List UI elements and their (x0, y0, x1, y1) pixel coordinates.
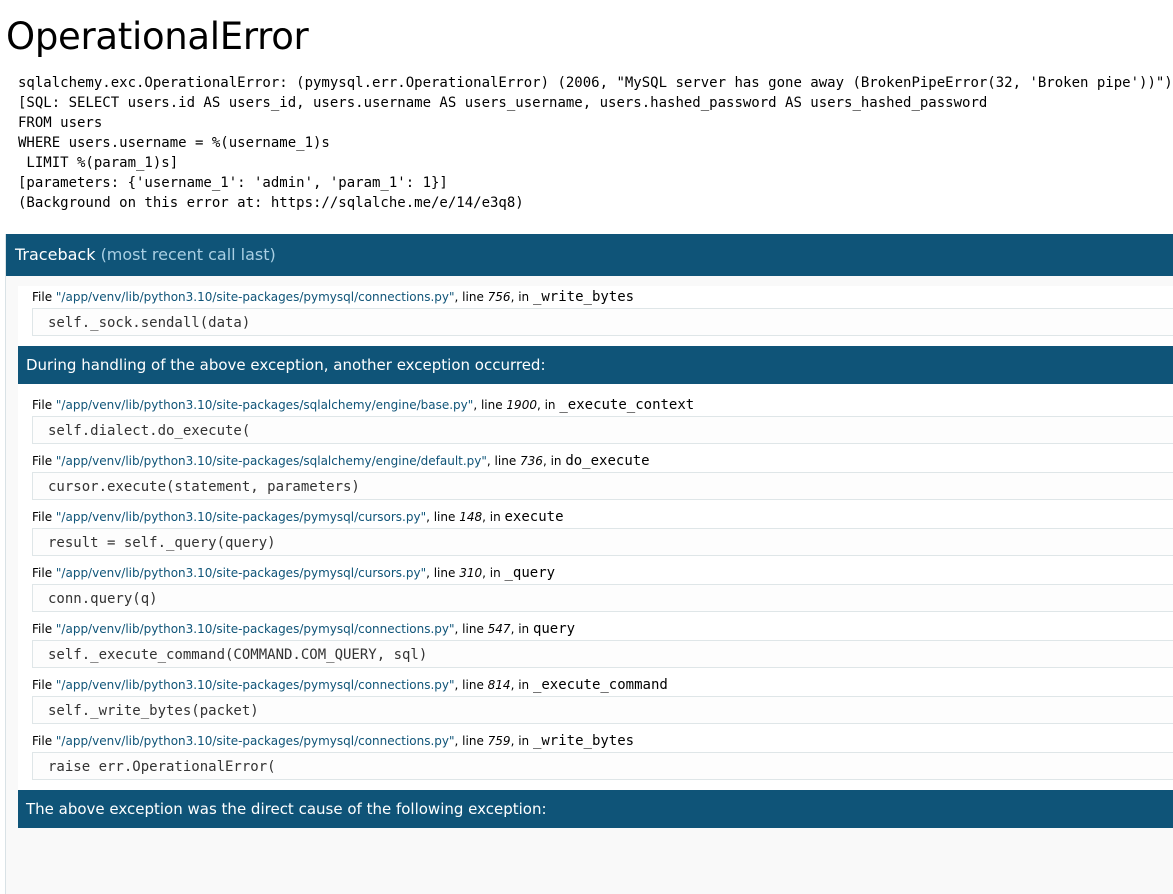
traceback-frame: File "/app/venv/lib/python3.10/site-pack… (18, 730, 1173, 780)
frame-in-label: , in (510, 678, 533, 692)
frame-line-label: , line (454, 678, 488, 692)
traceback-frame: File "/app/venv/lib/python3.10/site-pack… (18, 450, 1173, 500)
frame-function: _query (504, 565, 556, 581)
frame-source-line[interactable]: self._write_bytes(packet) (32, 696, 1173, 724)
frame-line-label: , line (454, 622, 488, 636)
frame-location: File "/app/venv/lib/python3.10/site-pack… (32, 286, 1173, 308)
traceback-frame: File "/app/venv/lib/python3.10/site-pack… (18, 394, 1173, 444)
frame-file-label: File (32, 290, 56, 304)
frame-group-1: File "/app/venv/lib/python3.10/site-pack… (18, 286, 1173, 336)
frame-in-label: , in (510, 734, 533, 748)
traceback-frame: File "/app/venv/lib/python3.10/site-pack… (18, 618, 1173, 668)
frame-filename[interactable]: "/app/venv/lib/python3.10/site-packages/… (56, 678, 455, 692)
traceback-subtitle: (most recent call last) (100, 245, 276, 264)
frame-filename[interactable]: "/app/venv/lib/python3.10/site-packages/… (56, 734, 455, 748)
traceback-frame: File "/app/venv/lib/python3.10/site-pack… (18, 506, 1173, 556)
traceback-header: Traceback (most recent call last) (6, 234, 1173, 276)
frame-filename[interactable]: "/app/venv/lib/python3.10/site-packages/… (56, 510, 426, 524)
frame-function: query (532, 621, 576, 637)
frame-line-label: , line (486, 454, 521, 468)
frame-source-line[interactable]: self.dialect.do_execute( (32, 416, 1173, 444)
frame-source-line[interactable]: self._execute_command(COMMAND.COM_QUERY,… (32, 640, 1173, 668)
frame-line-number: 547 (487, 622, 511, 636)
error-message: sqlalchemy.exc.OperationalError: (pymysq… (18, 75, 1173, 211)
frame-source-line[interactable]: self._sock.sendall(data) (32, 308, 1173, 336)
frame-file-label: File (32, 622, 56, 636)
frame-file-label: File (32, 398, 56, 412)
traceback-frame: File "/app/venv/lib/python3.10/site-pack… (18, 286, 1173, 336)
frame-line-label: , line (426, 510, 460, 524)
frame-line-label: , line (454, 734, 488, 748)
traceback-frame: File "/app/venv/lib/python3.10/site-pack… (18, 562, 1173, 612)
frame-in-label: , in (536, 398, 560, 412)
frame-source-line[interactable]: cursor.execute(statement, parameters) (32, 472, 1173, 500)
frame-line-number: 736 (520, 454, 543, 468)
frame-line-number: 759 (487, 734, 511, 748)
traceback-body: File "/app/venv/lib/python3.10/site-pack… (6, 276, 1173, 828)
frame-function: _execute_command (532, 677, 668, 693)
frame-line-number: 310 (459, 566, 483, 580)
frame-location: File "/app/venv/lib/python3.10/site-pack… (32, 394, 1173, 416)
frame-file-label: File (32, 454, 56, 468)
frame-file-label: File (32, 566, 56, 580)
frame-function: _write_bytes (532, 289, 635, 305)
frame-source-line[interactable]: raise err.OperationalError( (32, 752, 1173, 780)
frame-filename[interactable]: "/app/venv/lib/python3.10/site-packages/… (56, 566, 426, 580)
frame-line-number: 756 (487, 290, 511, 304)
frame-in-label: , in (510, 622, 533, 636)
frame-source-line[interactable]: result = self._query(query) (32, 528, 1173, 556)
frame-location: File "/app/venv/lib/python3.10/site-pack… (32, 450, 1173, 472)
frame-function: _execute_context (559, 397, 695, 413)
frame-location: File "/app/venv/lib/python3.10/site-pack… (32, 618, 1173, 640)
frame-in-label: , in (482, 566, 505, 580)
frame-line-label: , line (473, 398, 507, 412)
exception-separator-2: The above exception was the direct cause… (18, 790, 1173, 828)
frame-location: File "/app/venv/lib/python3.10/site-pack… (32, 562, 1173, 584)
frame-line-number: 148 (459, 510, 483, 524)
traceback-title: Traceback (15, 245, 96, 264)
frame-line-number: 1900 (506, 398, 537, 412)
frame-function: _write_bytes (532, 733, 635, 749)
frame-file-label: File (32, 734, 56, 748)
frame-source-line[interactable]: conn.query(q) (32, 584, 1173, 612)
frame-in-label: , in (542, 454, 566, 468)
exception-separator-1: During handling of the above exception, … (18, 346, 1173, 384)
frame-filename[interactable]: "/app/venv/lib/python3.10/site-packages/… (56, 398, 473, 412)
frame-file-label: File (32, 678, 56, 692)
frame-location: File "/app/venv/lib/python3.10/site-pack… (32, 506, 1173, 528)
frame-location: File "/app/venv/lib/python3.10/site-pack… (32, 730, 1173, 752)
frame-in-label: , in (482, 510, 505, 524)
frame-line-label: , line (426, 566, 460, 580)
frame-line-label: , line (454, 290, 488, 304)
frame-filename[interactable]: "/app/venv/lib/python3.10/site-packages/… (56, 290, 455, 304)
page-title: OperationalError (6, 15, 309, 58)
frame-line-number: 814 (487, 678, 511, 692)
traceback-frame: File "/app/venv/lib/python3.10/site-pack… (18, 674, 1173, 724)
frame-in-label: , in (510, 290, 533, 304)
traceback-frames: File "/app/venv/lib/python3.10/site-pack… (18, 286, 1173, 828)
frame-function: execute (504, 509, 564, 525)
frame-location: File "/app/venv/lib/python3.10/site-pack… (32, 674, 1173, 696)
frame-group-2: File "/app/venv/lib/python3.10/site-pack… (18, 394, 1173, 780)
traceback-panel: Traceback (most recent call last) File "… (5, 234, 1173, 894)
frame-filename[interactable]: "/app/venv/lib/python3.10/site-packages/… (56, 622, 455, 636)
frame-function: do_execute (565, 453, 650, 469)
frame-filename[interactable]: "/app/venv/lib/python3.10/site-packages/… (56, 454, 487, 468)
frame-file-label: File (32, 510, 56, 524)
